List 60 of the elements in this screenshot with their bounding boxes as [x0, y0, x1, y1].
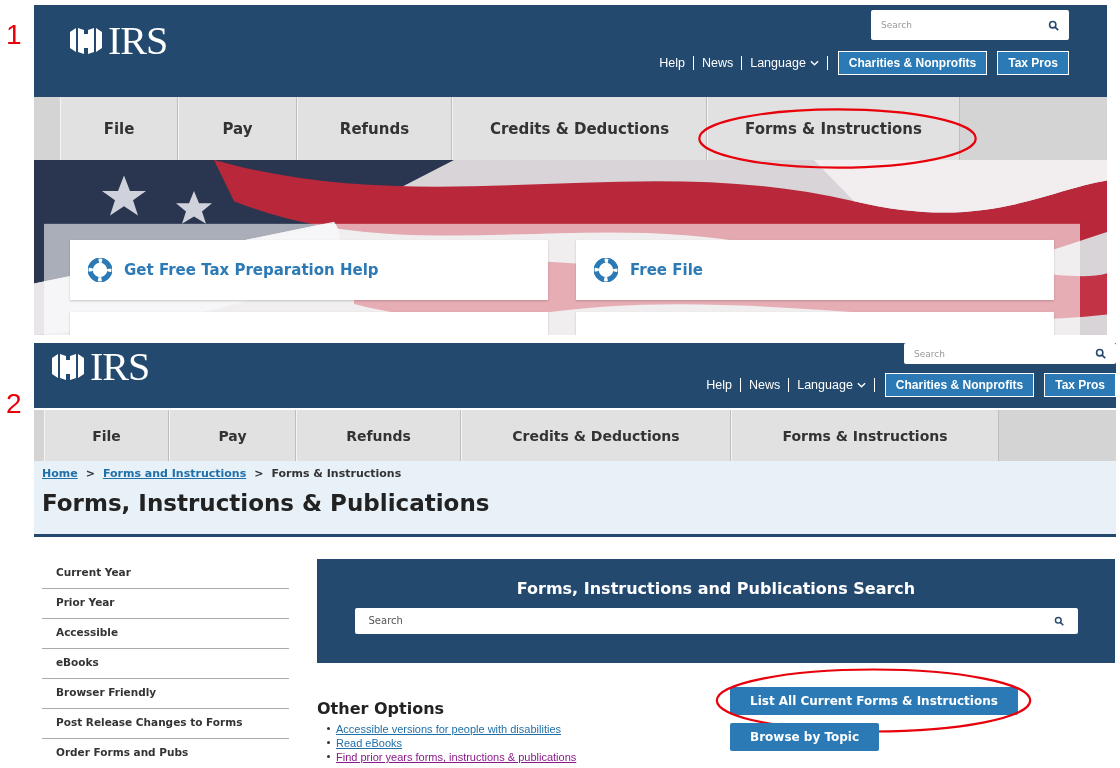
- lifebuoy-icon: [594, 258, 618, 282]
- search-icon: [1095, 348, 1106, 359]
- sidebar-item[interactable]: Order Forms and Pubs: [42, 739, 289, 768]
- breadcrumb-link[interactable]: Home: [42, 467, 78, 481]
- nav-tab[interactable]: File: [44, 409, 169, 462]
- header-button[interactable]: Tax Pros: [1044, 373, 1116, 397]
- bullet-icon: [327, 755, 330, 759]
- step-number: 2: [5, 387, 23, 421]
- chevron-icon: [856, 382, 866, 388]
- section-heading: Other Options: [317, 699, 446, 718]
- search-field[interactable]: Search: [354, 608, 1078, 634]
- logo-text[interactable]: IRS: [90, 347, 150, 387]
- sidebar-item[interactable]: Accessible: [42, 619, 289, 649]
- bullet-icon: [327, 741, 330, 745]
- nav-tab[interactable]: Credits & Deductions: [461, 409, 731, 462]
- header-button[interactable]: Charities & Nonprofits: [837, 51, 988, 75]
- breadcrumb-separator: >: [254, 467, 264, 481]
- header-link[interactable]: News: [701, 56, 734, 70]
- breadcrumb-link[interactable]: Forms and Instructions: [102, 467, 247, 481]
- search-icon: [1053, 616, 1064, 626]
- search-placeholder: Search: [881, 20, 912, 30]
- bullet-icon: [327, 727, 330, 731]
- link-card[interactable]: Free File: [576, 240, 1054, 300]
- action-button[interactable]: List All Current Forms & Instructions: [730, 687, 1018, 715]
- link[interactable]: Accessible versions for people with disabilities: [336, 723, 561, 735]
- sidebar-item[interactable]: Browser Friendly: [42, 679, 289, 709]
- nav-tab[interactable]: File: [60, 97, 178, 160]
- breadcrumb-separator: >: [85, 467, 95, 481]
- search-panel-title: Forms, Instructions and Publications Search: [516, 579, 916, 598]
- link[interactable]: Find prior years forms, instructions & publications: [336, 751, 577, 763]
- search-placeholder: Search: [914, 348, 945, 359]
- header-button[interactable]: Charities & Nonprofits: [884, 373, 1035, 397]
- sidebar-item[interactable]: Current Year: [42, 559, 289, 589]
- header-button[interactable]: Tax Pros: [997, 51, 1069, 75]
- search-placeholder: Search: [368, 615, 403, 627]
- header-link[interactable]: Language: [750, 56, 819, 70]
- logo-text[interactable]: IRS: [108, 21, 168, 61]
- header-link[interactable]: Help: [706, 378, 732, 392]
- search-icon: [1048, 19, 1059, 31]
- nav-tab[interactable]: Pay: [178, 97, 297, 160]
- nav-tab[interactable]: Forms & Instructions: [731, 409, 999, 462]
- header-link[interactable]: Help: [659, 56, 685, 70]
- sidebar-item[interactable]: Post Release Changes to Forms: [42, 709, 289, 739]
- sidebar-item[interactable]: Prior Year: [42, 589, 289, 619]
- step-number: 1: [5, 18, 23, 52]
- action-button[interactable]: Browse by Topic: [730, 723, 880, 751]
- header-link[interactable]: Language: [797, 378, 866, 392]
- nav-tab[interactable]: Pay: [169, 409, 296, 462]
- nav-tab[interactable]: Credits & Deductions: [452, 97, 707, 160]
- nav-tab[interactable]: Forms & Instructions: [707, 97, 960, 160]
- link-card[interactable]: Get Free Tax Preparation Help: [70, 240, 548, 300]
- breadcrumb-current: Forms & Instructions: [271, 467, 402, 481]
- sidebar-item[interactable]: eBooks: [42, 649, 289, 679]
- chevron-icon: [809, 60, 819, 66]
- lifebuoy-icon: [88, 258, 112, 282]
- page-title: Forms, Instructions & Publications: [42, 490, 491, 517]
- nav-tab[interactable]: Refunds: [297, 97, 452, 160]
- link[interactable]: Read eBooks: [336, 737, 403, 749]
- nav-tab[interactable]: Refunds: [296, 409, 461, 462]
- header-link[interactable]: News: [748, 378, 781, 392]
